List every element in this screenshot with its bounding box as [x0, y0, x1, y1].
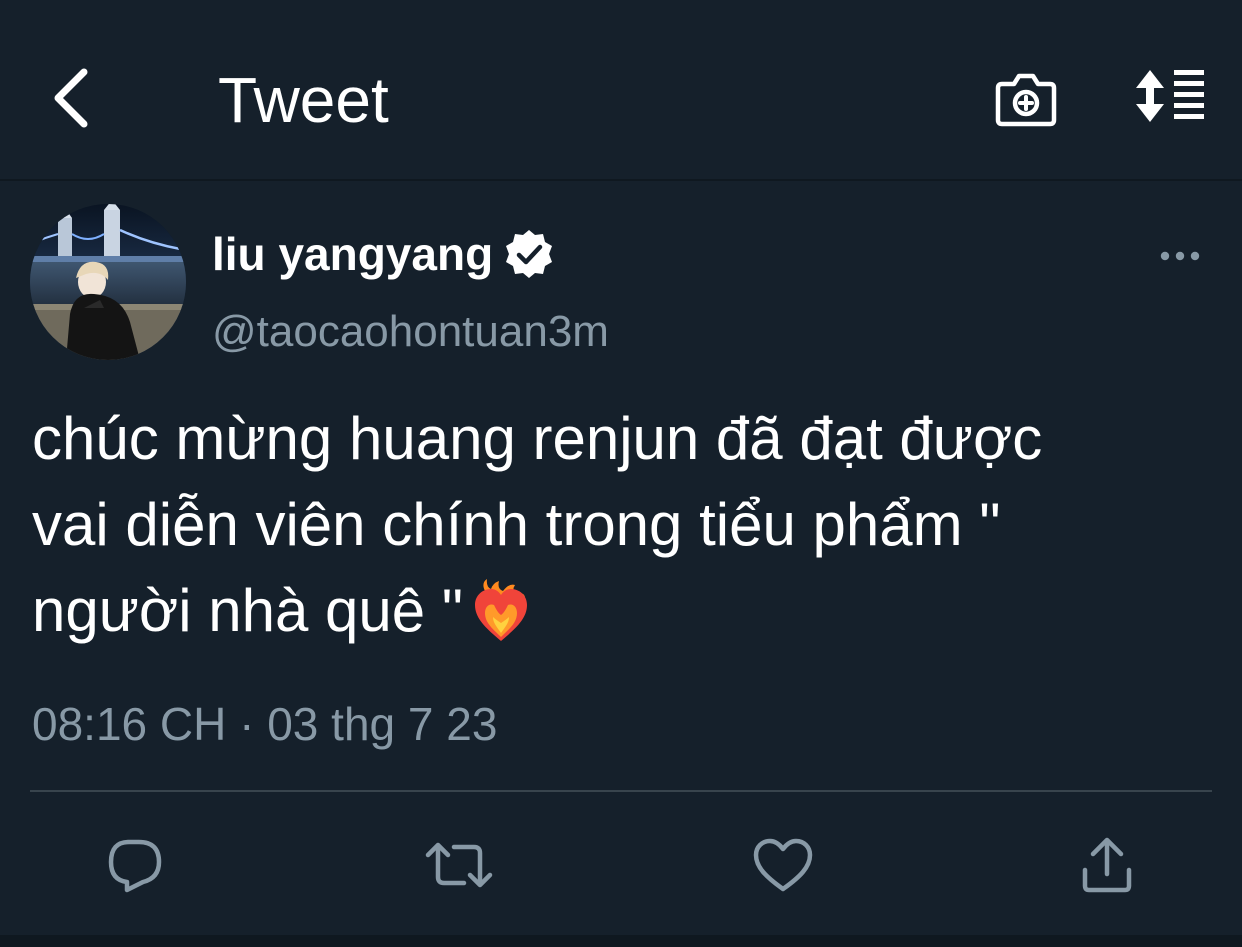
avatar-photo: [30, 204, 186, 360]
tweet-timestamp[interactable]: 08:16 CH · 03 thg 7 23: [32, 694, 497, 754]
reply-button[interactable]: [100, 832, 170, 898]
sort-lines-icon: [1136, 70, 1204, 122]
tweet-text: chúc mừng huang renjun đã đạt được vai d…: [32, 396, 1222, 654]
bottom-separator: [0, 935, 1242, 947]
heart-on-fire-emoji-icon: [475, 579, 528, 641]
chevron-left-icon: [54, 68, 88, 128]
retweet-button[interactable]: [424, 832, 494, 898]
top-navigation-bar: Tweet: [0, 0, 1242, 181]
tweet-text-line-3: người nhà quê ": [32, 568, 1222, 654]
like-button[interactable]: [748, 832, 818, 898]
camera-plus-icon: [995, 73, 1057, 127]
tweet-action-bar: [0, 820, 1242, 910]
back-button[interactable]: [40, 62, 100, 134]
author-avatar[interactable]: [30, 204, 186, 360]
share-icon: [1082, 837, 1132, 893]
page-title: Tweet: [218, 64, 389, 136]
author-display-name[interactable]: liu yangyang: [212, 224, 493, 284]
share-button[interactable]: [1072, 832, 1142, 898]
tweet-text-line-3-text: người nhà quê ": [32, 577, 464, 644]
add-photo-button[interactable]: [990, 62, 1062, 134]
tweet-text-line-2: vai diễn viên chính trong tiểu phẩm ": [32, 491, 1001, 558]
retweet-icon: [425, 842, 493, 888]
author-handle[interactable]: @taocaohontuan3m: [212, 302, 609, 362]
timeline-sort-button[interactable]: [1128, 60, 1212, 132]
more-dots-icon: [1160, 251, 1200, 261]
author-name-row: liu yangyang: [212, 222, 555, 286]
tweet-text-line-1: chúc mừng huang renjun đã đạt được: [32, 405, 1043, 472]
heart-icon: [753, 838, 813, 892]
more-options-button[interactable]: [1150, 236, 1210, 276]
reply-icon: [108, 839, 162, 893]
verified-badge-icon: [503, 228, 555, 280]
divider: [30, 790, 1212, 792]
